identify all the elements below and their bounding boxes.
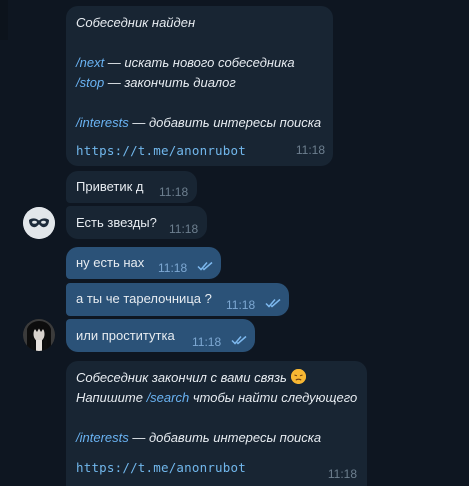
bot-message-ended: Собеседник закончил с вами связь Напишит… <box>66 361 367 486</box>
search-prefix: Напишите <box>76 390 147 405</box>
stop-command-link[interactable]: /stop <box>76 75 104 90</box>
interests-command-link[interactable]: /interests <box>76 430 129 445</box>
message-time: 11:18 <box>327 467 357 481</box>
message-text: а ты че тарелочница ? <box>76 291 212 306</box>
disappointed-face-emoji <box>290 369 306 384</box>
message-text: Есть звезды? <box>76 215 157 230</box>
message-text: ну есть нах <box>76 255 145 270</box>
incoming-message: Приветик д 11:18 <box>66 171 197 203</box>
bot-link[interactable]: https://t.me/anonrubot <box>76 460 246 475</box>
next-command-link[interactable]: /next <box>76 55 104 70</box>
chat-view: Собеседник найден /next — искать нового … <box>0 0 469 486</box>
photo-avatar[interactable] <box>23 319 55 351</box>
bot-link[interactable]: https://t.me/anonrubot <box>76 143 246 158</box>
user-photo-icon <box>23 319 55 351</box>
next-command-desc: — искать нового собеседника <box>104 55 295 70</box>
bot-title: Собеседник найден <box>76 15 196 30</box>
message-time: 11:18 <box>192 335 222 349</box>
search-suffix: чтобы найти следующего <box>189 390 358 405</box>
incoming-message: Есть звезды? 11:18 <box>66 206 207 239</box>
message-time: 11:18 <box>169 222 199 236</box>
outgoing-message: или проститутка 11:18 <box>66 319 255 352</box>
interests-command-desc: — добавить интересы поиска <box>128 115 322 130</box>
message-text: или проститутка <box>76 328 175 343</box>
stop-command-desc: — закончить диалог <box>104 75 236 90</box>
message-time: 11:18 <box>295 143 325 157</box>
search-command-link[interactable]: /search <box>147 390 190 405</box>
mask-avatar[interactable] <box>23 207 55 239</box>
mask-icon <box>23 207 55 239</box>
bot-message-found: Собеседник найден /next — искать нового … <box>66 6 333 166</box>
double-check-icon <box>265 298 281 308</box>
outgoing-message: ну есть нах 11:18 <box>66 247 221 279</box>
interests-command-link[interactable]: /interests <box>76 115 129 130</box>
sidebar-edge <box>0 0 8 40</box>
interests-command-desc: — добавить интересы поиска <box>128 430 322 445</box>
double-check-icon <box>231 335 247 345</box>
message-time: 11:18 <box>226 298 256 312</box>
message-text: Приветик д <box>76 179 144 194</box>
ended-text: Собеседник закончил с вами связь <box>76 370 287 385</box>
message-time: 11:18 <box>159 185 189 199</box>
double-check-icon <box>197 261 213 271</box>
outgoing-message: а ты че тарелочница ? 11:18 <box>66 283 289 316</box>
message-time: 11:18 <box>158 261 188 275</box>
